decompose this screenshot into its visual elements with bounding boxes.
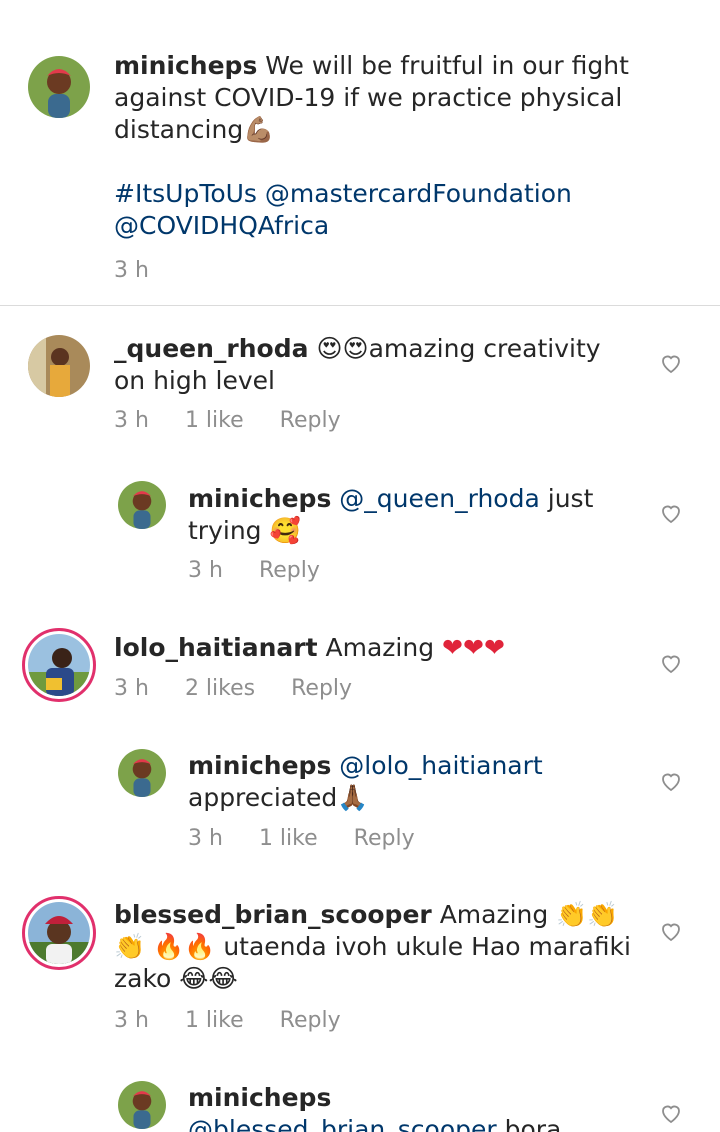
heart-outline-icon[interactable] [659, 919, 683, 943]
reply-button[interactable]: Reply [291, 676, 352, 701]
comment-emoji: 😂😂 [179, 964, 238, 993]
comment-username[interactable]: minicheps [188, 484, 331, 513]
caption-emoji: 💪🏽 [243, 115, 275, 144]
comment-emoji: 😍😍 [316, 334, 369, 363]
comment-meta: 3 h Reply [188, 558, 320, 583]
comment-text: _queen_rhoda 😍😍amazing creativity on hig… [114, 333, 634, 397]
avatar[interactable] [28, 335, 90, 397]
avatar[interactable] [118, 1081, 166, 1129]
comment-text: lolo_haitianart Amazing ❤❤❤ [114, 632, 634, 664]
heart-outline-icon[interactable] [659, 651, 683, 675]
caption-text: minicheps We will be fruitful in our fig… [114, 50, 634, 242]
reply-button[interactable]: Reply [280, 408, 341, 433]
comment-message: Amazing [325, 633, 435, 662]
comment-username[interactable]: lolo_haitianart [114, 633, 318, 662]
heart-outline-icon[interactable] [659, 1101, 683, 1125]
comment-username[interactable]: blessed_brian_scooper [114, 900, 432, 929]
comment-text: minicheps @lolo_haitianart appreciated🙏🏾 [188, 750, 638, 814]
comment-meta: 3 h 1 like Reply [114, 408, 341, 433]
comment-emoji: ❤❤❤ [442, 633, 505, 662]
caption-hashtag[interactable]: #ItsUpToUs [114, 179, 257, 208]
comment-mention[interactable]: @blessed_brian_scooper [188, 1115, 497, 1132]
comment-text: minicheps @blessed_brian_scooper bora is… [188, 1082, 638, 1132]
post-caption: minicheps We will be fruitful in our fig… [0, 0, 720, 306]
avatar[interactable] [118, 481, 166, 529]
divider [0, 305, 720, 306]
likes-count[interactable]: 1 like [259, 826, 318, 851]
avatar[interactable] [22, 896, 96, 970]
comment-emoji: 🥰 [269, 516, 301, 545]
comment-meta: 3 h 2 likes Reply [114, 676, 352, 701]
reply-button[interactable]: Reply [354, 826, 415, 851]
comment-username[interactable]: _queen_rhoda [114, 334, 308, 363]
avatar[interactable] [28, 56, 90, 118]
comment-meta: 3 h 1 like Reply [114, 1008, 341, 1033]
likes-count[interactable]: 1 like [185, 408, 244, 433]
comment-mention[interactable]: @_queen_rhoda [339, 484, 540, 513]
timestamp: 3 h [114, 408, 149, 433]
comment-mention[interactable]: @lolo_haitianart [339, 751, 542, 780]
reply-button[interactable]: Reply [259, 558, 320, 583]
caption-mention[interactable]: @mastercardFoundation [265, 179, 572, 208]
heart-outline-icon[interactable] [659, 501, 683, 525]
comment-meta: 3 h 1 like Reply [188, 826, 415, 851]
likes-count[interactable]: 1 like [185, 1008, 244, 1033]
reply-button[interactable]: Reply [280, 1008, 341, 1033]
caption-mention[interactable]: @COVIDHQAfrica [114, 211, 329, 240]
avatar[interactable] [118, 749, 166, 797]
comment-text: blessed_brian_scooper Amazing 👏👏👏 🔥🔥 uta… [114, 899, 634, 995]
comment-message: appreciated [188, 783, 338, 812]
likes-count[interactable]: 2 likes [185, 676, 255, 701]
timestamp: 3 h [188, 826, 223, 851]
heart-outline-icon[interactable] [659, 351, 683, 375]
timestamp: 3 h [114, 676, 149, 701]
caption-meta: 3 h [114, 258, 149, 283]
avatar[interactable] [22, 628, 96, 702]
caption-username[interactable]: minicheps [114, 51, 257, 80]
comment-username[interactable]: minicheps [188, 751, 331, 780]
comment-text: minicheps @_queen_rhoda just trying 🥰 [188, 483, 638, 547]
timestamp: 3 h [188, 558, 223, 583]
timestamp: 3 h [114, 1008, 149, 1033]
comment-message: Amazing [439, 900, 549, 929]
comment-username[interactable]: minicheps [188, 1083, 331, 1112]
heart-outline-icon[interactable] [659, 769, 683, 793]
comment-emoji: 🔥🔥 [153, 932, 216, 961]
timestamp: 3 h [114, 258, 149, 283]
comment-emoji: 🙏🏾 [337, 783, 369, 812]
